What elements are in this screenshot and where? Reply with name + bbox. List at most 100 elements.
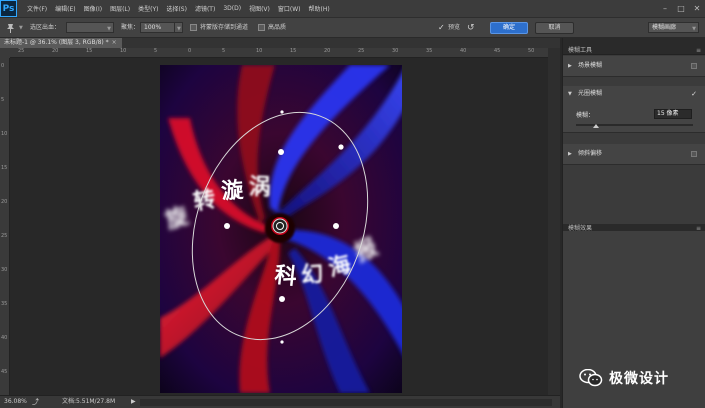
tilt-shift-checkbox[interactable] <box>691 151 697 157</box>
menu-edit[interactable]: 编辑(E) <box>55 4 75 13</box>
save-mask-checkbox[interactable] <box>190 24 197 31</box>
reset-icon[interactable]: ↺ <box>467 22 475 34</box>
minimize-icon[interactable]: – <box>657 0 673 17</box>
zoom-level[interactable]: 36.08% <box>4 396 27 408</box>
document-canvas[interactable]: 旋 转 漩 涡 科 幻 海 报 <box>10 58 548 395</box>
ruler-tick-label: 25 <box>1 233 8 239</box>
iris-blur-label: 光圈模糊 <box>578 90 603 97</box>
ruler-tick-label: 5 <box>222 48 226 54</box>
ruler-tick-label: 15 <box>290 48 297 54</box>
document-tab-title: 未标题-1 @ 36.1% (图层 3, RGB/8) * <box>4 39 109 46</box>
iris-handle-top[interactable] <box>280 110 284 114</box>
menu-help[interactable]: 帮助(H) <box>309 4 330 13</box>
blur-amount-input[interactable]: 15 像素 <box>654 109 692 119</box>
iris-rotate-handle[interactable] <box>338 144 344 150</box>
workspace-select[interactable]: 模糊画廊 ▼ <box>648 22 699 33</box>
blur-slider-thumb[interactable] <box>592 124 599 128</box>
vertical-scrollbar[interactable] <box>548 48 560 395</box>
field-blur-section[interactable]: ▶ 场景模糊 <box>563 56 705 77</box>
cancel-button[interactable]: 取消 <box>535 22 574 34</box>
ruler-tick-label: 10 <box>256 48 263 54</box>
feather-handle-top[interactable] <box>278 149 284 155</box>
ok-button[interactable]: 确定 <box>490 22 528 34</box>
expand-triangle-icon[interactable]: ▶ <box>568 61 572 71</box>
feather-handle-bottom[interactable] <box>279 296 285 302</box>
horizontal-ruler: 25 20 15 10 5 0 5 10 15 20 25 30 35 40 45 50 <box>10 48 548 58</box>
ruler-corner <box>0 48 10 58</box>
blur-tools-header: 模糊工具 ≡ <box>563 46 705 55</box>
collapse-triangle-icon[interactable]: ▼ <box>568 89 572 99</box>
document-size: 文档:5.51M/27.8M <box>62 398 116 405</box>
iris-center-pin[interactable] <box>272 218 288 234</box>
menu-bar: Ps 文件(F) 编辑(E) 图像(I) 图层(L) 类型(Y) 选择(S) 滤… <box>0 0 705 17</box>
focus-input[interactable]: 100% <box>140 22 175 33</box>
panel-menu-icon[interactable]: ≡ <box>696 46 701 55</box>
photoshop-logo: Ps <box>0 0 17 17</box>
ruler-tick-label: 5 <box>1 97 5 103</box>
horizontal-scrollbar[interactable] <box>140 399 552 406</box>
menu-3d[interactable]: 3D(D) <box>223 5 241 12</box>
ruler-tick-label: 45 <box>494 48 501 54</box>
iris-handle-bottom[interactable] <box>280 340 284 344</box>
ruler-tick-label: 35 <box>1 301 8 307</box>
ruler-tick-label: 40 <box>460 48 467 54</box>
tilt-shift-section[interactable]: ▶ 倾斜偏移 <box>563 144 705 165</box>
options-bar: ▼ 选区出血： ▼ 聚焦： 100% ▼ 将蒙版存储到通道 高品质 ✓ 预览 ↺… <box>0 17 705 38</box>
ruler-tick-label: 0 <box>188 48 192 54</box>
ruler-tick-label: 30 <box>392 48 399 54</box>
ruler-tick-label: 25 <box>18 48 25 54</box>
pin-tool-icon[interactable] <box>4 22 18 34</box>
blur-amount-label: 模糊： <box>576 112 595 119</box>
iris-blur-check-icon[interactable]: ✓ <box>691 89 697 99</box>
panel-collapse-strip[interactable] <box>563 38 705 46</box>
menu-type[interactable]: 类型(Y) <box>138 4 158 13</box>
field-blur-checkbox[interactable] <box>691 63 697 69</box>
ruler-tick-label: 40 <box>1 335 8 341</box>
share-icon[interactable]: ⤴ <box>32 396 39 408</box>
phrase1-char-4: 涡 <box>248 175 271 201</box>
preview-check-icon[interactable]: ✓ <box>438 22 445 34</box>
menu-image[interactable]: 图像(I) <box>84 4 102 13</box>
menu-select[interactable]: 选择(S) <box>166 4 187 13</box>
ruler-tick-label: 20 <box>324 48 331 54</box>
menu-filter[interactable]: 滤镜(T) <box>195 4 215 13</box>
tool-preset-caret-icon[interactable]: ▼ <box>19 25 23 31</box>
canvas-workspace[interactable]: 旋 转 漩 涡 科 幻 海 报 <box>10 58 548 395</box>
feather-handle-right[interactable] <box>333 223 339 229</box>
ruler-tick-label: 15 <box>86 48 93 54</box>
status-menu-icon[interactable]: ▶ <box>131 396 136 408</box>
maximize-icon[interactable]: □ <box>673 0 689 17</box>
high-quality-label: 高品质 <box>268 24 287 31</box>
menu-window[interactable]: 窗口(W) <box>278 4 301 13</box>
menu-file[interactable]: 文件(F) <box>27 4 47 13</box>
tab-close-icon[interactable]: × <box>112 39 117 46</box>
focus-dropdown-icon[interactable]: ▼ <box>174 22 183 33</box>
tilt-shift-label: 倾斜偏移 <box>578 150 603 157</box>
close-icon[interactable]: ✕ <box>689 0 705 17</box>
ruler-tick-label: 20 <box>52 48 59 54</box>
ruler-tick-label: 0 <box>1 63 5 69</box>
window-controls: – □ ✕ <box>657 0 705 17</box>
save-mask-label: 将蒙版存储到通道 <box>200 24 249 31</box>
watermark: 极微设计 <box>579 367 689 389</box>
selection-bleed-select[interactable]: ▼ <box>66 22 114 33</box>
blur-gallery-panel: 模糊工具 ≡ ▶ 场景模糊 ▼ 光圈模糊 ✓ 模糊： 15 像素 ▶ 倾斜偏移 模… <box>562 38 705 408</box>
menu-view[interactable]: 视图(V) <box>249 4 270 13</box>
ruler-tick-label: 10 <box>120 48 127 54</box>
expand-triangle-icon[interactable]: ▶ <box>568 149 572 159</box>
ruler-tick-label: 30 <box>1 267 8 273</box>
ruler-tick-label: 50 <box>528 48 535 54</box>
phrase1-char-3: 漩 <box>220 177 245 205</box>
wechat-icon <box>579 368 603 387</box>
document-tab[interactable]: 未标题-1 @ 36.1% (图层 3, RGB/8) * × <box>0 38 122 48</box>
menu-layer[interactable]: 图层(L) <box>110 4 130 13</box>
iris-blur-section[interactable]: ▼ 光圈模糊 ✓ 模糊： 15 像素 <box>563 86 705 133</box>
field-blur-label: 场景模糊 <box>578 62 603 69</box>
ruler-tick-label: 45 <box>1 369 8 375</box>
high-quality-checkbox[interactable] <box>258 24 265 31</box>
phrase2-char-1: 科 <box>273 263 298 290</box>
ruler-tick-label: 35 <box>426 48 433 54</box>
feather-handle-left[interactable] <box>224 223 230 229</box>
ruler-tick-label: 20 <box>1 199 8 205</box>
ruler-tick-label: 10 <box>1 131 8 137</box>
